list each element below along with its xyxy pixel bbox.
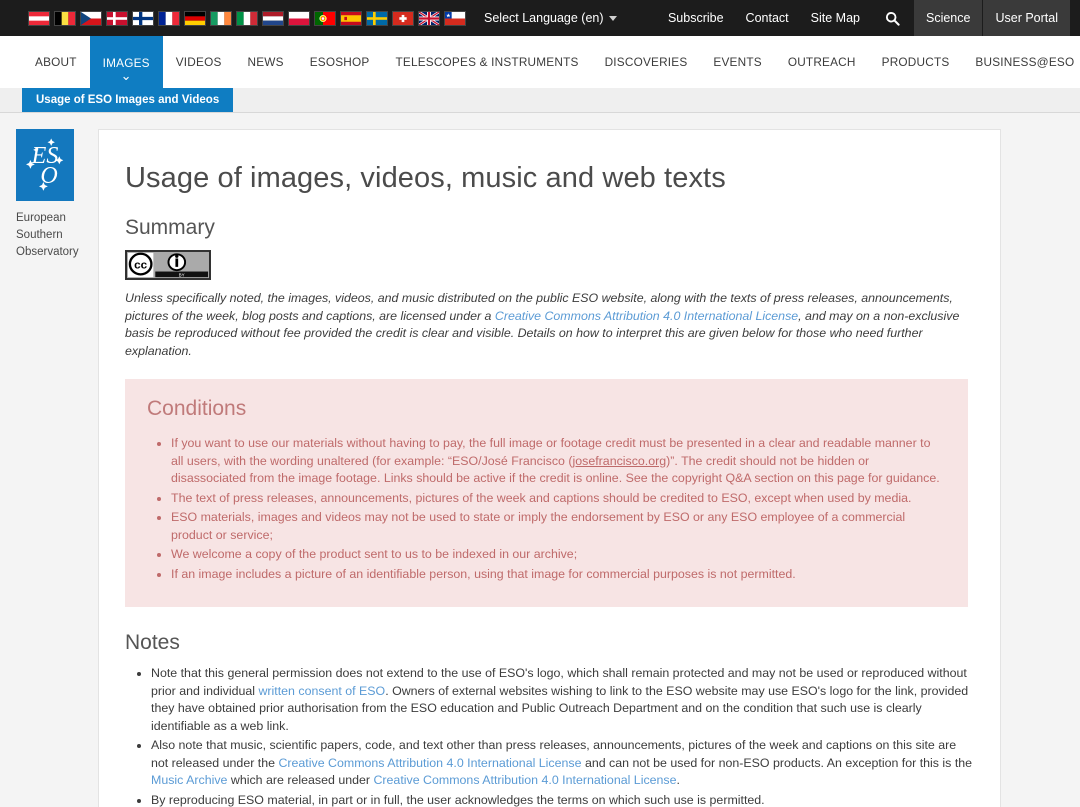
flag-denmark[interactable]: [106, 11, 128, 26]
flag-spain[interactable]: [340, 11, 362, 26]
cc-license-link[interactable]: Creative Commons Attribution 4.0 Interna…: [278, 756, 581, 770]
svg-text:O: O: [40, 163, 57, 189]
list-item: Also note that music, scientific papers,…: [151, 737, 974, 790]
chevron-down-icon: [609, 16, 617, 21]
list-item: The text of press releases, announcement…: [171, 490, 946, 508]
sidebar: ES O European Southern Observatory: [0, 129, 98, 807]
flag-netherlands[interactable]: [262, 11, 284, 26]
flag-austria[interactable]: [28, 11, 50, 26]
nav-item-images[interactable]: IMAGES ⌄: [90, 36, 163, 88]
sub-navigation: Usage of ESO Images and Videos: [0, 88, 1080, 113]
top-utility-bar: Select Language (en) Subscribe Contact S…: [0, 0, 1080, 36]
flag-ireland[interactable]: [210, 11, 232, 26]
creative-commons-by-badge[interactable]: cc BY: [125, 250, 211, 280]
summary-heading: Summary: [125, 214, 974, 242]
conditions-list: If you want to use our materials without…: [147, 435, 946, 583]
subnav-item-usage-of-eso-images-and-videos[interactable]: Usage of ESO Images and Videos: [22, 88, 233, 112]
subscribe-link[interactable]: Subscribe: [657, 11, 735, 25]
list-item: Note that this general permission does n…: [151, 665, 974, 735]
list-item: If you want to use our materials without…: [171, 435, 946, 488]
subnav-spacer: [0, 88, 22, 112]
flag-france[interactable]: [158, 11, 180, 26]
flag-sweden[interactable]: [366, 11, 388, 26]
flag-united-kingdom[interactable]: [418, 11, 440, 26]
cc-license-link-2[interactable]: Creative Commons Attribution 4.0 Interna…: [373, 773, 676, 787]
cc-license-link[interactable]: Creative Commons Attribution 4.0 Interna…: [495, 309, 798, 323]
conditions-heading: Conditions: [147, 395, 946, 423]
chevron-down-icon: ⌄: [90, 69, 163, 82]
josefrancisco-link[interactable]: josefrancisco.org: [573, 454, 667, 468]
user-portal-button[interactable]: User Portal: [982, 0, 1070, 36]
flag-chile[interactable]: [444, 11, 466, 26]
language-selector-label: Select Language (en): [484, 11, 604, 25]
note-2-part-2: and can not be used for non-ESO products…: [582, 756, 973, 770]
nav-item-news[interactable]: NEWS: [235, 36, 297, 88]
conditions-panel: Conditions If you want to use our materi…: [125, 379, 968, 607]
top-right-links: Subscribe Contact Site Map Science User …: [657, 0, 1070, 36]
flag-poland[interactable]: [288, 11, 310, 26]
notes-list: Note that this general permission does n…: [125, 665, 974, 807]
list-item: By reproducing ESO material, in part or …: [151, 792, 974, 807]
main-navigation: ABOUT IMAGES ⌄ VIDEOS NEWS ESOSHOP TELES…: [0, 36, 1080, 88]
eso-caption-line-3: Observatory: [16, 244, 98, 261]
science-button[interactable]: Science: [914, 0, 982, 36]
search-icon[interactable]: [871, 11, 914, 26]
written-consent-link[interactable]: written consent of ESO: [258, 684, 385, 698]
nav-item-business-eso[interactable]: BUSINESS@ESO: [962, 36, 1080, 88]
language-selector[interactable]: Select Language (en): [484, 11, 617, 25]
list-item: If an image includes a picture of an ide…: [171, 566, 946, 584]
flag-portugal[interactable]: [314, 11, 336, 26]
list-item: We welcome a copy of the product sent to…: [171, 546, 946, 564]
flag-finland[interactable]: [132, 11, 154, 26]
nav-item-discoveries[interactable]: DISCOVERIES: [592, 36, 701, 88]
page-body: ES O European Southern Observatory Usage…: [0, 113, 1080, 807]
note-2-part-4: .: [677, 773, 680, 787]
page-title: Usage of images, videos, music and web t…: [125, 158, 974, 198]
flag-italy[interactable]: [236, 11, 258, 26]
notes-heading: Notes: [125, 629, 974, 657]
contact-link[interactable]: Contact: [735, 11, 800, 25]
nav-item-events[interactable]: EVENTS: [700, 36, 774, 88]
nav-item-products[interactable]: PRODUCTS: [869, 36, 963, 88]
nav-item-about[interactable]: ABOUT: [22, 36, 90, 88]
site-map-link[interactable]: Site Map: [800, 11, 871, 25]
eso-logo-caption: European Southern Observatory: [16, 210, 98, 261]
note-2-part-3: which are released under: [227, 773, 373, 787]
language-flag-list: [28, 11, 466, 26]
nav-item-esoshop[interactable]: ESOSHOP: [297, 36, 383, 88]
svg-text:BY: BY: [179, 272, 185, 277]
main-content-panel: Usage of images, videos, music and web t…: [98, 129, 1001, 807]
flag-czechia[interactable]: [80, 11, 102, 26]
music-archive-link[interactable]: Music Archive: [151, 773, 227, 787]
svg-text:cc: cc: [134, 260, 148, 272]
flag-belgium[interactable]: [54, 11, 76, 26]
nav-item-outreach[interactable]: OUTREACH: [775, 36, 869, 88]
nav-item-telescopes-instruments[interactable]: TELESCOPES & INSTRUMENTS: [382, 36, 591, 88]
nav-item-videos[interactable]: VIDEOS: [163, 36, 235, 88]
eso-caption-line-2: Southern: [16, 227, 98, 244]
flag-germany[interactable]: [184, 11, 206, 26]
flag-switzerland[interactable]: [392, 11, 414, 26]
list-item: ESO materials, images and videos may not…: [171, 509, 946, 544]
eso-caption-line-1: European: [16, 210, 98, 227]
summary-paragraph: Unless specifically noted, the images, v…: [125, 290, 973, 360]
eso-logo[interactable]: ES O: [16, 129, 74, 201]
